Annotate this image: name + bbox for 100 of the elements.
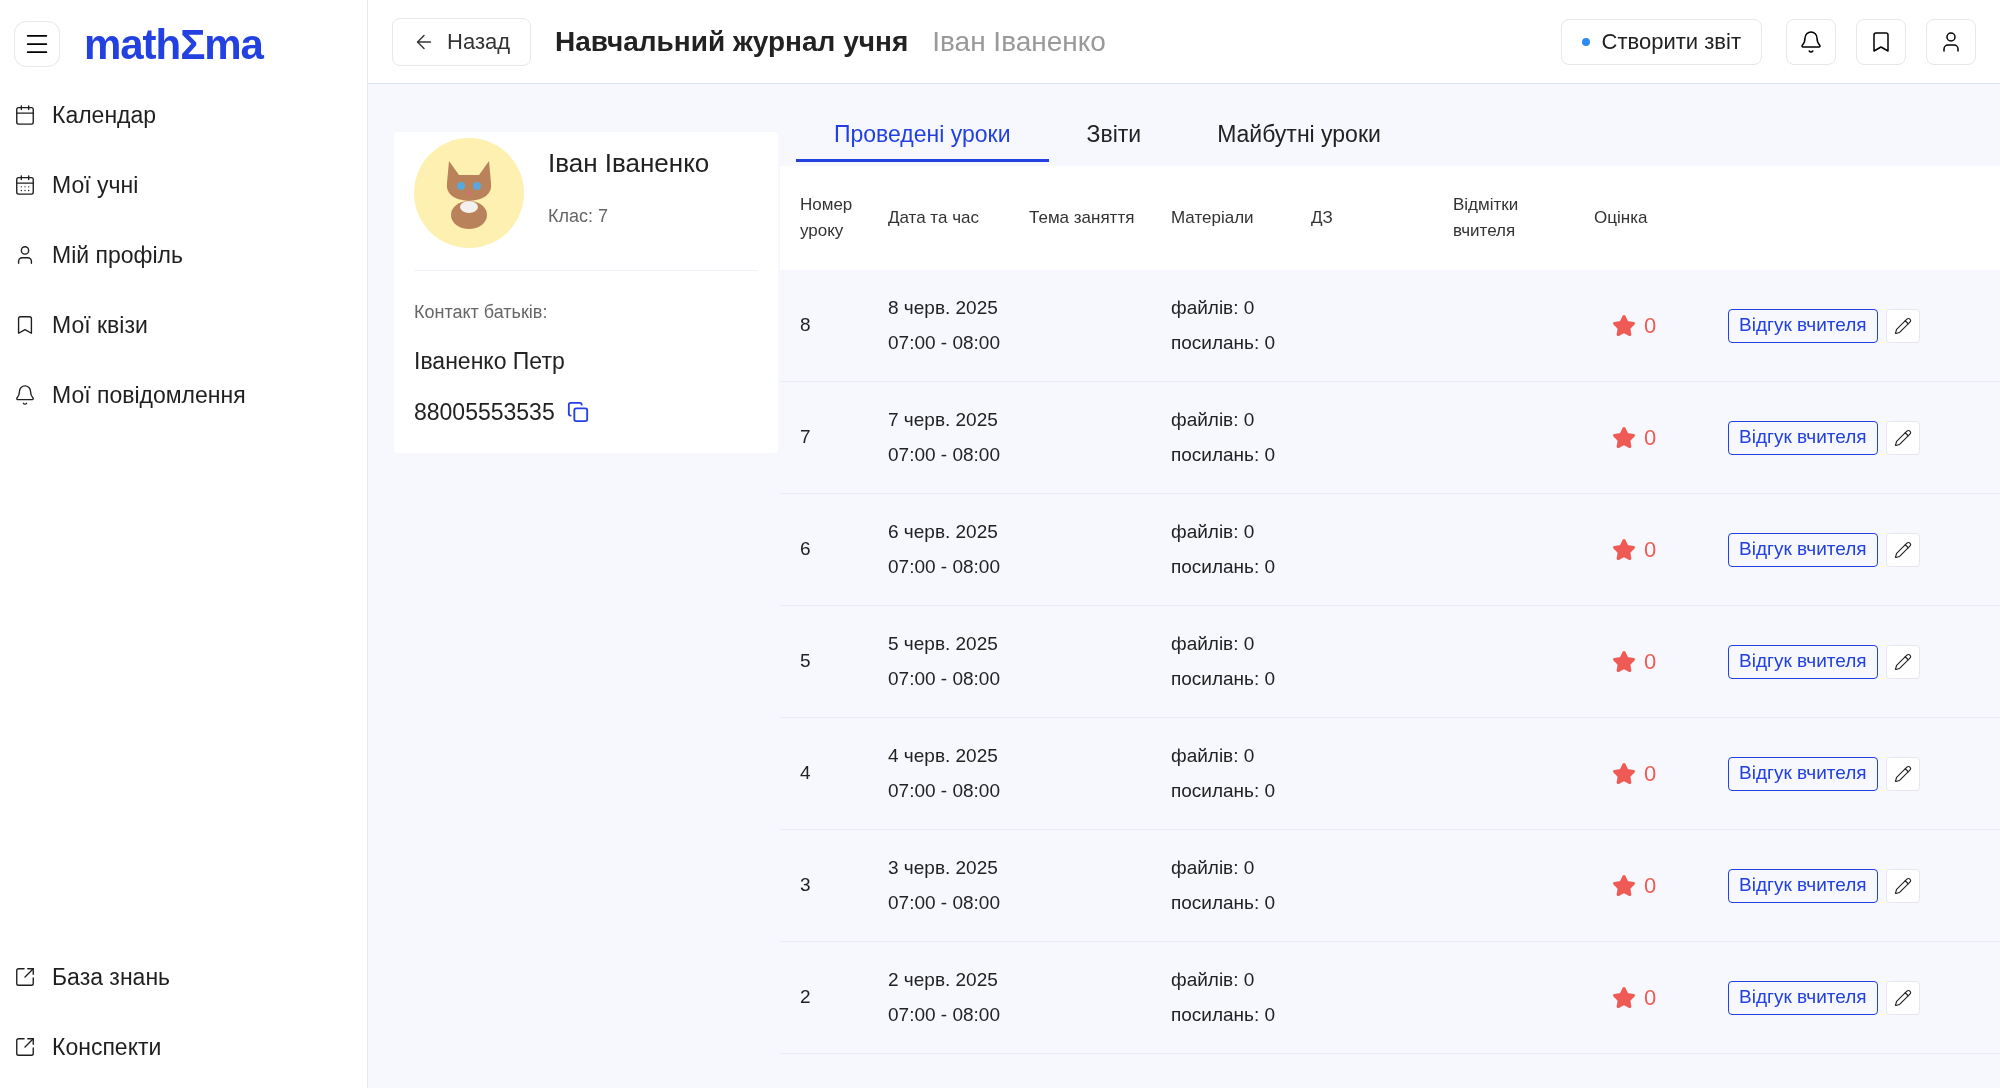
tab[interactable]: Майбутні уроки xyxy=(1179,110,1419,162)
lesson-time: 07:00 - 08:00 xyxy=(888,1002,1001,1027)
teacher-feedback-button[interactable]: Відгук вчителя xyxy=(1728,756,1878,791)
teacher-feedback-button[interactable]: Відгук вчителя xyxy=(1728,868,1878,903)
create-report-button[interactable]: Створити звіт xyxy=(1560,18,1762,65)
column-header: Номер уроку xyxy=(800,194,854,242)
lesson-time: 07:00 - 08:00 xyxy=(888,890,1001,915)
calendar-icon xyxy=(14,104,36,126)
edit-button[interactable] xyxy=(1885,868,1920,903)
lesson-number: 3 xyxy=(800,873,812,898)
profile-button[interactable] xyxy=(1926,18,1976,65)
copy-button[interactable] xyxy=(566,400,589,423)
star-icon xyxy=(1612,761,1636,786)
links-count: посилань: 0 xyxy=(1171,666,1277,691)
notifications-button[interactable] xyxy=(1786,18,1836,65)
lesson-number: 8 xyxy=(800,313,812,338)
lesson-number: 4 xyxy=(800,761,812,786)
column-header: Відмітки вчителя xyxy=(1453,194,1520,242)
links-count: посилань: 0 xyxy=(1171,442,1277,467)
lesson-number: 2 xyxy=(800,985,812,1010)
back-button[interactable]: Назад xyxy=(392,17,532,66)
star-icon xyxy=(1612,425,1636,450)
pencil-icon xyxy=(1893,428,1912,447)
edit-button[interactable] xyxy=(1885,308,1920,343)
pencil-icon xyxy=(1893,540,1912,559)
edit-button[interactable] xyxy=(1885,532,1920,567)
files-count: файлів: 0 xyxy=(1171,632,1256,656)
logo: mathΣma xyxy=(84,19,263,70)
sidebar-item[interactable]: Календар xyxy=(0,80,367,150)
rating-value: 0 xyxy=(1644,536,1657,564)
lesson-date: 3 черв. 2025 xyxy=(888,856,999,880)
rating-value: 0 xyxy=(1644,312,1657,340)
teacher-feedback-button[interactable]: Відгук вчителя xyxy=(1728,532,1878,567)
edit-button[interactable] xyxy=(1885,644,1920,679)
star-icon xyxy=(1612,537,1636,562)
sidebar-item[interactable]: Мій профіль xyxy=(0,220,367,290)
bookmark-button[interactable] xyxy=(1856,18,1906,65)
lesson-time: 07:00 - 08:00 xyxy=(888,442,1001,467)
sidebar-item[interactable]: Мої повідомлення xyxy=(0,360,367,430)
files-count: файлів: 0 xyxy=(1171,744,1256,768)
page-title: Навчальний журнал учня xyxy=(555,24,909,59)
files-count: файлів: 0 xyxy=(1171,856,1256,880)
teacher-feedback-button[interactable]: Відгук вчителя xyxy=(1728,980,1878,1015)
page-subtitle: Іван Іваненко xyxy=(932,24,1106,59)
star-icon xyxy=(1612,649,1636,674)
teacher-feedback-button[interactable]: Відгук вчителя xyxy=(1728,308,1878,343)
rating-value: 0 xyxy=(1644,760,1657,788)
external-link-icon xyxy=(14,966,36,988)
student-class: Клас: 7 xyxy=(548,205,609,228)
teacher-feedback-button[interactable]: Відгук вчителя xyxy=(1728,644,1878,679)
links-count: посилань: 0 xyxy=(1171,554,1277,579)
copy-icon xyxy=(566,400,589,423)
lesson-time: 07:00 - 08:00 xyxy=(888,330,1001,355)
column-header: Дата та час xyxy=(888,207,980,229)
sidebar-item[interactable]: Конспекти xyxy=(0,1012,367,1082)
sidebar-item[interactable]: Мої учні xyxy=(0,150,367,220)
lesson-date: 4 черв. 2025 xyxy=(888,744,999,768)
lesson-date: 2 черв. 2025 xyxy=(888,968,999,992)
star-icon xyxy=(1612,873,1636,898)
files-count: файлів: 0 xyxy=(1171,408,1256,432)
pencil-icon xyxy=(1893,316,1912,335)
column-header: Оцінка xyxy=(1594,207,1649,229)
links-count: посилань: 0 xyxy=(1171,778,1277,803)
files-count: файлів: 0 xyxy=(1171,968,1256,992)
bell-icon xyxy=(14,384,36,406)
lesson-date: 5 черв. 2025 xyxy=(888,632,999,656)
menu-button[interactable] xyxy=(14,21,60,67)
star-icon xyxy=(1612,313,1636,338)
rating-value: 0 xyxy=(1644,872,1657,900)
pencil-icon xyxy=(1893,988,1912,1007)
rating-value: 0 xyxy=(1644,648,1657,676)
links-count: посилань: 0 xyxy=(1171,1002,1277,1027)
pencil-icon xyxy=(1893,652,1912,671)
bell-icon xyxy=(1799,29,1823,54)
column-header: ДЗ xyxy=(1311,207,1334,229)
student-card-icon xyxy=(14,174,36,196)
lesson-date: 8 черв. 2025 xyxy=(888,296,999,320)
tab[interactable]: Звіти xyxy=(1048,110,1180,162)
rating-value: 0 xyxy=(1644,424,1657,452)
links-count: посилань: 0 xyxy=(1171,330,1277,355)
lesson-number: 5 xyxy=(800,649,812,674)
star-icon xyxy=(1612,985,1636,1010)
external-link-icon xyxy=(14,1036,36,1058)
lesson-time: 07:00 - 08:00 xyxy=(888,778,1001,803)
sidebar-item[interactable]: Мої квізи xyxy=(0,290,367,360)
teacher-feedback-button[interactable]: Відгук вчителя xyxy=(1728,420,1878,455)
lesson-date: 6 черв. 2025 xyxy=(888,520,999,544)
rating-value: 0 xyxy=(1644,984,1657,1012)
lesson-number: 6 xyxy=(800,537,812,562)
links-count: посилань: 0 xyxy=(1171,890,1277,915)
contact-label: Контакт батьків: xyxy=(414,301,549,324)
files-count: файлів: 0 xyxy=(1171,296,1256,320)
edit-button[interactable] xyxy=(1885,756,1920,791)
tab[interactable]: Проведені уроки xyxy=(796,110,1049,162)
edit-button[interactable] xyxy=(1885,980,1920,1015)
student-name: Іван Іваненко xyxy=(548,147,710,180)
edit-button[interactable] xyxy=(1885,420,1920,455)
pencil-icon xyxy=(1893,764,1912,783)
lesson-time: 07:00 - 08:00 xyxy=(888,554,1001,579)
sidebar-item[interactable]: База знань xyxy=(0,942,367,1012)
